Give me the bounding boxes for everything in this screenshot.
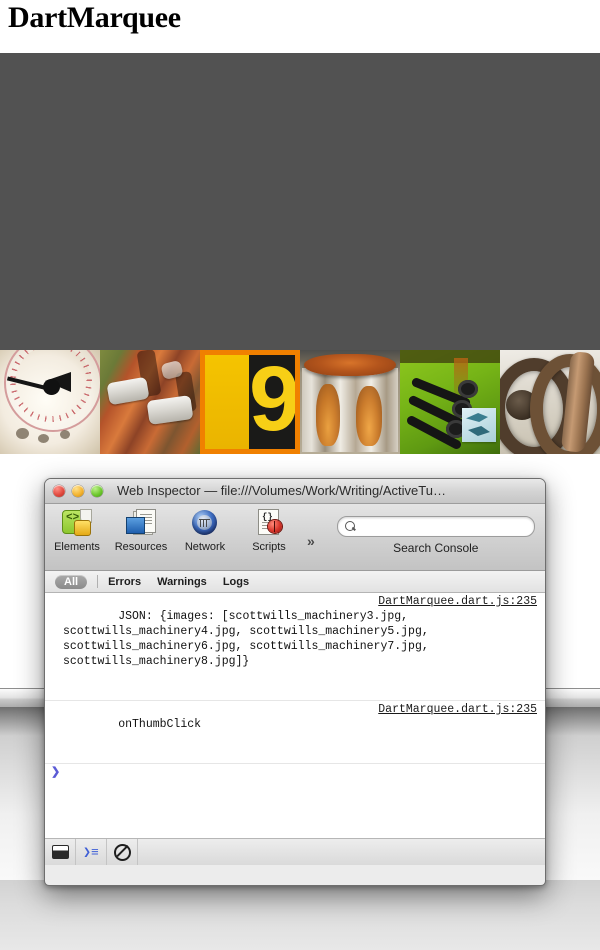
chain-image: [500, 350, 600, 454]
toolbar-item-elements[interactable]: Elements: [45, 508, 109, 553]
search-area: Search Console: [336, 516, 535, 555]
scripts-icon: {}: [252, 508, 286, 540]
console-message[interactable]: onThumbClick DartMarquee.dart.js:235: [45, 701, 545, 764]
cylinder-image: [300, 350, 400, 454]
search-caption: Search Console: [393, 541, 479, 555]
console-filter-bar: All Errors Warnings Logs: [45, 571, 545, 593]
search-input[interactable]: [359, 517, 526, 538]
console-prompt-line[interactable]: [45, 764, 545, 784]
console-message-source[interactable]: DartMarquee.dart.js:235: [378, 702, 537, 717]
clear-console-button[interactable]: [107, 839, 138, 865]
search-icon: [344, 521, 355, 531]
toolbar-label-scripts: Scripts: [252, 541, 286, 553]
number-nine-image: 9: [205, 355, 295, 449]
pipes-image: [100, 350, 200, 454]
marquee-stage[interactable]: [0, 53, 600, 350]
elements-icon: [60, 508, 94, 540]
gauge-image: [0, 350, 100, 454]
console-bottom-bar: ❯≡: [45, 838, 545, 865]
toolbar-item-resources[interactable]: Resources: [109, 508, 173, 553]
green-machine-image: [400, 350, 500, 454]
thumbnail-item-5[interactable]: [400, 350, 500, 454]
toolbar-label-elements: Elements: [54, 541, 100, 553]
inspector-titlebar[interactable]: Web Inspector — file:///Volumes/Work/Wri…: [45, 479, 545, 504]
search-field[interactable]: [336, 516, 535, 538]
resources-icon: [124, 508, 158, 540]
filter-errors[interactable]: Errors: [108, 576, 141, 588]
filter-warnings[interactable]: Warnings: [157, 576, 207, 588]
filter-all[interactable]: All: [55, 574, 88, 589]
page-title: DartMarquee: [8, 1, 181, 34]
web-inspector-window: Web Inspector — file:///Volumes/Work/Wri…: [44, 478, 546, 886]
clear-console-icon: [113, 843, 131, 861]
thumbnail-item-1[interactable]: [0, 350, 100, 454]
desktop-bottom: [0, 880, 600, 950]
inspector-toolbar: Elements Resources Network {}: [45, 504, 545, 571]
toolbar-overflow-chevron-icon[interactable]: »: [307, 533, 315, 549]
dock-console-button[interactable]: [45, 839, 76, 865]
toolbar-label-resources: Resources: [114, 541, 168, 553]
console-message-source[interactable]: DartMarquee.dart.js:235: [378, 594, 537, 609]
thumbnail-item-3-selected[interactable]: 9: [200, 350, 300, 454]
number-nine-glyph: 9: [249, 350, 300, 450]
toolbar-item-scripts[interactable]: {} Scripts: [237, 508, 301, 553]
toolbar-label-network: Network: [184, 541, 226, 553]
toggle-console-button[interactable]: ❯≡: [76, 839, 107, 865]
screen: DartMarquee 9 Web Inspector — file:///Vo…: [0, 0, 600, 950]
dock-console-icon: [51, 845, 69, 859]
thumbnail-item-4[interactable]: [300, 350, 400, 454]
thumbnail-item-2[interactable]: [100, 350, 200, 454]
console-message-text: onThumbClick: [118, 718, 202, 731]
thumbnail-item-6[interactable]: [500, 350, 600, 454]
console-output[interactable]: JSON: {images: [scottwills_machinery3.jp…: [45, 593, 545, 865]
network-icon: [188, 508, 222, 540]
thumbnail-strip: 9: [0, 350, 600, 454]
filter-logs[interactable]: Logs: [223, 576, 249, 588]
toolbar-item-network[interactable]: Network: [173, 508, 237, 553]
window-title: Web Inspector — file:///Volumes/Work/Wri…: [117, 483, 485, 498]
filter-separator: [97, 575, 99, 588]
console-message-text: JSON: {images: [scottwills_machinery3.jp…: [63, 610, 436, 668]
console-message[interactable]: JSON: {images: [scottwills_machinery3.jp…: [45, 593, 545, 701]
console-prompt-icon: ❯≡: [83, 844, 99, 860]
